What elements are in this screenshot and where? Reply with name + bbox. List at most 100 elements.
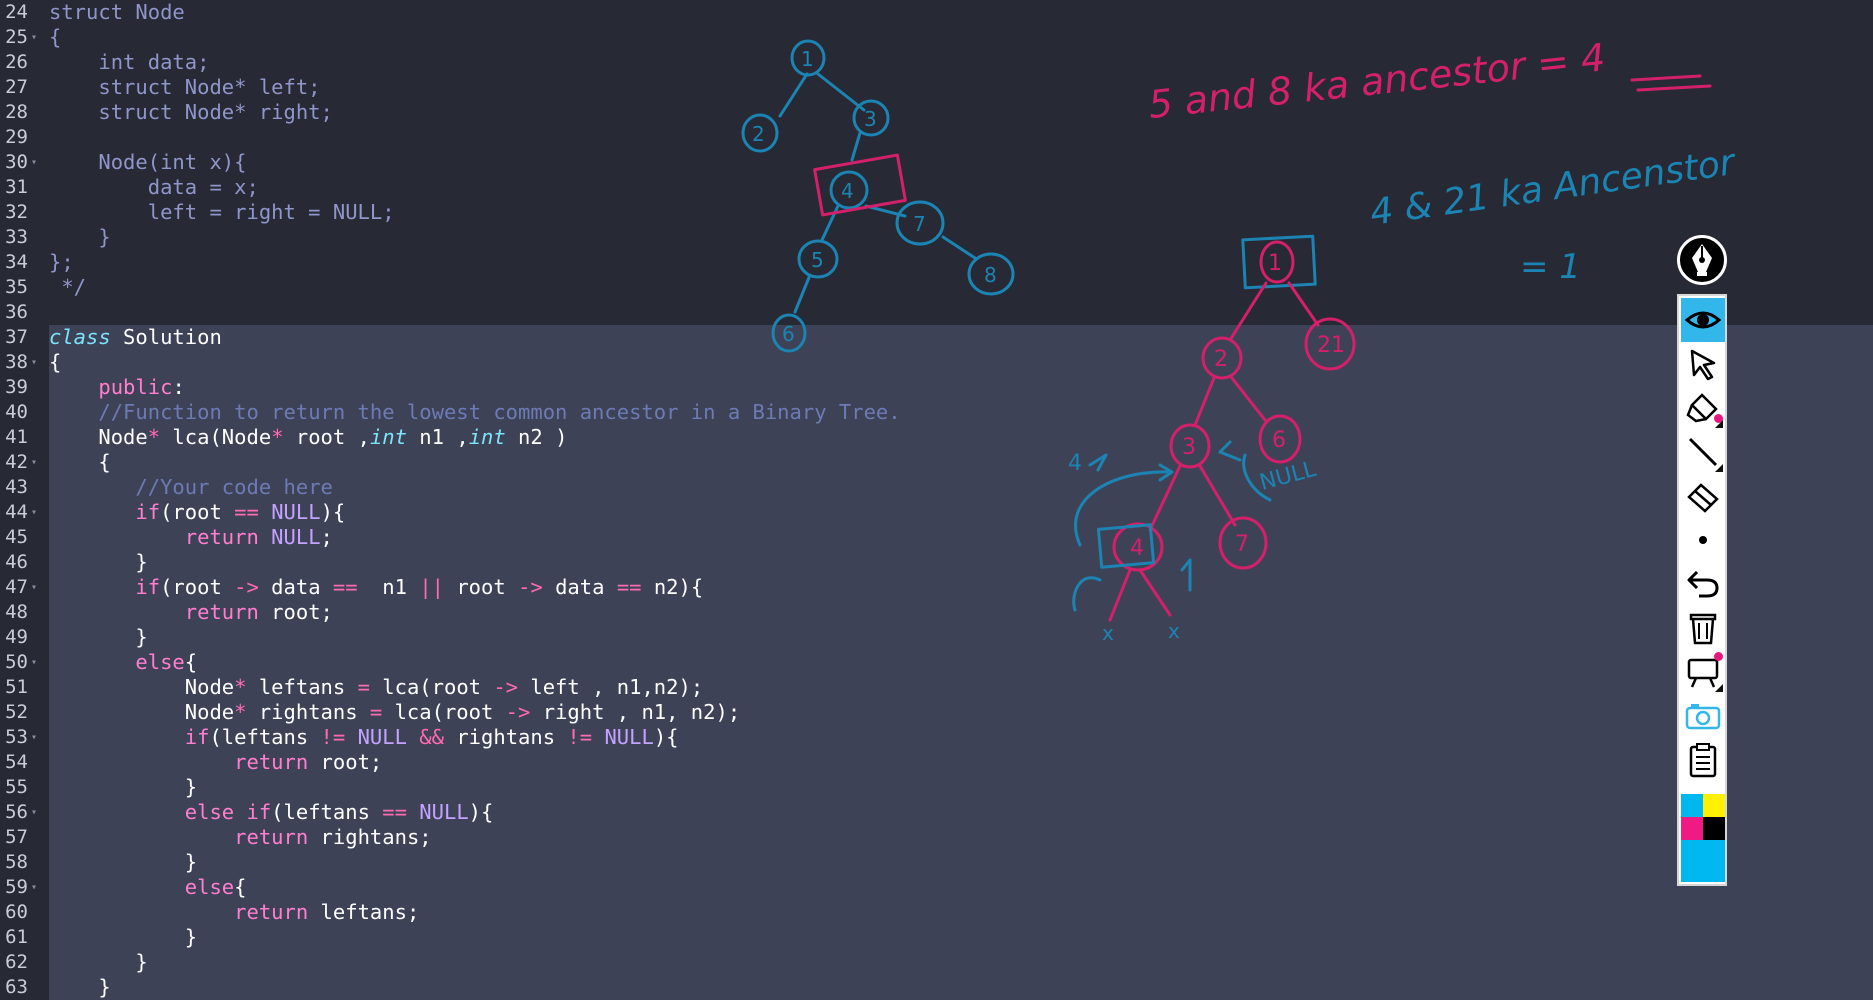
code-line[interactable]: 46 } xyxy=(0,550,1873,575)
code-line[interactable]: 50 ▾ else{ xyxy=(0,650,1873,675)
fold-toggle-icon[interactable]: ▾ xyxy=(31,575,37,600)
line-number: 63 xyxy=(5,976,28,998)
code-line[interactable]: 33 } xyxy=(0,225,1873,250)
code-line[interactable]: 36 xyxy=(0,300,1873,325)
code-line[interactable]: 35 */ xyxy=(0,275,1873,300)
code-text: } xyxy=(49,775,198,799)
gutter: 33 xyxy=(0,225,49,250)
line-number: 34 xyxy=(5,251,28,273)
code-line[interactable]: 57 return rightans; xyxy=(0,825,1873,850)
gutter: 55 xyxy=(0,775,49,800)
code-line[interactable]: 37 class Solution xyxy=(0,325,1873,350)
code-line[interactable]: 43 //Your code here xyxy=(0,475,1873,500)
code-text: Node* leftans = lca(root -> left , n1,n2… xyxy=(49,675,704,699)
code-line[interactable]: 49 } xyxy=(0,625,1873,650)
code-editor[interactable]: 24 struct Node 25 ▾{26 int data; 27 struct N… xyxy=(0,0,1873,1000)
code-line[interactable]: 48 return root; xyxy=(0,600,1873,625)
code-text: struct Node xyxy=(49,0,185,24)
code-line[interactable]: 47 ▾ if(root -> data == n1 || root -> dat… xyxy=(0,575,1873,600)
code-text: data = x; xyxy=(49,175,259,199)
line-number: 30 xyxy=(5,151,28,173)
line-number: 38 xyxy=(5,351,28,373)
code-line[interactable]: 55 } xyxy=(0,775,1873,800)
code-line[interactable]: 28 struct Node* right; xyxy=(0,100,1873,125)
code-text: public: xyxy=(98,375,185,399)
undo-icon[interactable] xyxy=(1681,562,1725,606)
code-line[interactable]: 53 ▾ if(leftans != NULL && rightans != NU… xyxy=(0,725,1873,750)
fold-toggle-icon[interactable]: ▾ xyxy=(31,500,37,525)
code-text: }; xyxy=(49,250,74,274)
fold-toggle-icon[interactable]: ▾ xyxy=(31,725,37,750)
color-swatch-yellow[interactable] xyxy=(1703,794,1725,817)
gutter: 27 xyxy=(0,75,49,100)
dot-icon[interactable] xyxy=(1681,518,1725,562)
gutter: 46 xyxy=(0,550,49,575)
fold-toggle-icon[interactable]: ▾ xyxy=(31,875,37,900)
code-line[interactable]: 24 struct Node xyxy=(0,0,1873,25)
code-line[interactable]: 39 public: xyxy=(0,375,1873,400)
color-swatch-large[interactable] xyxy=(1681,840,1725,882)
code-line[interactable]: 34}; xyxy=(0,250,1873,275)
trash-icon[interactable] xyxy=(1681,606,1725,650)
code-line[interactable]: 59 ▾ else{ xyxy=(0,875,1873,900)
whiteboard-icon[interactable] xyxy=(1681,650,1725,694)
line-icon[interactable] xyxy=(1681,430,1725,474)
code-line[interactable]: 51 Node* leftans = lca(root -> left , n1… xyxy=(0,675,1873,700)
pointer-icon[interactable] xyxy=(1681,342,1725,386)
code-line[interactable]: 61 } xyxy=(0,925,1873,950)
color-swatch-blue[interactable] xyxy=(1681,794,1703,817)
gutter: 28 xyxy=(0,100,49,125)
eye-icon[interactable] xyxy=(1681,298,1725,342)
gutter: 43 xyxy=(0,475,49,500)
code-line[interactable]: 38 ▾ { xyxy=(0,350,1873,375)
pen-tool-badge[interactable] xyxy=(1677,235,1727,285)
code-line[interactable]: 27 struct Node* left; xyxy=(0,75,1873,100)
fold-toggle-icon[interactable]: ▾ xyxy=(31,800,37,825)
code-line[interactable]: 41 Node* lca(Node* root ,int n1 ,int n2 … xyxy=(0,425,1873,450)
fold-toggle-icon[interactable]: ▾ xyxy=(31,650,37,675)
code-line[interactable]: 40 //Function to return the lowest commo… xyxy=(0,400,1873,425)
fold-toggle-icon[interactable]: ▾ xyxy=(31,150,37,175)
code-text: return NULL; xyxy=(184,525,333,549)
gutter: 36 xyxy=(0,300,49,325)
highlighter-icon[interactable] xyxy=(1681,386,1725,430)
gutter: 37 xyxy=(0,325,49,350)
line-number: 33 xyxy=(5,226,28,248)
code-line[interactable]: 45 return NULL; xyxy=(0,525,1873,550)
code-line[interactable]: 26 int data; xyxy=(0,50,1873,75)
clipboard-icon[interactable] xyxy=(1681,738,1725,782)
gutter: 47 ▾ xyxy=(0,575,49,600)
code-line[interactable]: 25 ▾{ xyxy=(0,25,1873,50)
gutter: 40 xyxy=(0,400,49,425)
line-number: 57 xyxy=(5,826,28,848)
code-line[interactable]: 32 left = right = NULL; xyxy=(0,200,1873,225)
color-swatch-black[interactable] xyxy=(1703,817,1725,840)
code-text: else{ xyxy=(135,650,198,674)
code-text: { xyxy=(49,350,62,374)
code-line[interactable]: 60 return leftans; xyxy=(0,900,1873,925)
camera-icon[interactable] xyxy=(1681,694,1725,738)
code-line[interactable]: 44 ▾ if(root == NULL){ xyxy=(0,500,1873,525)
eraser-icon[interactable] xyxy=(1681,474,1725,518)
line-number: 41 xyxy=(5,426,28,448)
code-line[interactable]: 29 xyxy=(0,125,1873,150)
code-text: else{ xyxy=(184,875,247,899)
color-swatch-pink[interactable] xyxy=(1681,817,1703,840)
fold-toggle-icon[interactable]: ▾ xyxy=(31,350,37,375)
code-line[interactable]: 63 } xyxy=(0,975,1873,1000)
code-line[interactable]: 54 return root; xyxy=(0,750,1873,775)
code-line[interactable]: 56 ▾ else if(leftans == NULL){ xyxy=(0,800,1873,825)
code-line[interactable]: 58 } xyxy=(0,850,1873,875)
code-text: } xyxy=(49,850,198,874)
gutter: 34 xyxy=(0,250,49,275)
gutter: 56 ▾ xyxy=(0,800,49,825)
fold-toggle-icon[interactable]: ▾ xyxy=(31,450,37,475)
code-line[interactable]: 42 ▾ { xyxy=(0,450,1873,475)
code-line[interactable]: 31 data = x; xyxy=(0,175,1873,200)
code-line[interactable]: 30 ▾ Node(int x){ xyxy=(0,150,1873,175)
code-line[interactable]: 62 } xyxy=(0,950,1873,975)
fold-toggle-icon[interactable]: ▾ xyxy=(31,25,37,50)
gutter: 42 ▾ xyxy=(0,450,49,475)
gutter: 57 xyxy=(0,825,49,850)
code-line[interactable]: 52 Node* rightans = lca(root -> right , … xyxy=(0,700,1873,725)
